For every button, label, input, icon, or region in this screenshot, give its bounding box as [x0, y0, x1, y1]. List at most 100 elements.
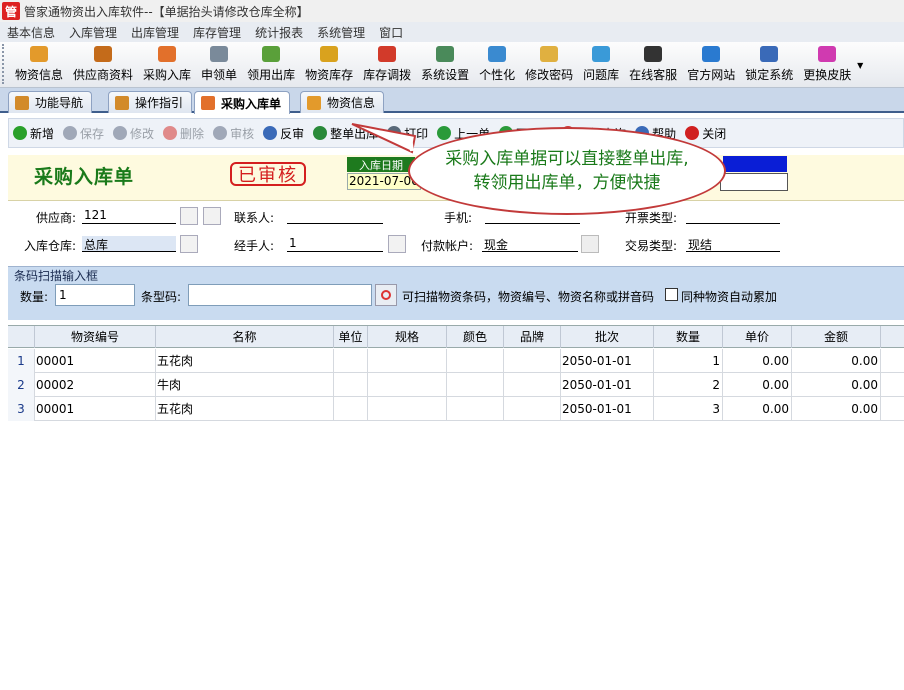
- grid-cell-spec[interactable]: [368, 373, 447, 397]
- barcode-input[interactable]: [188, 284, 372, 306]
- grid-cell-batch[interactable]: 2050-01-01: [561, 397, 654, 421]
- tab-1[interactable]: 操作指引: [108, 91, 193, 113]
- tab-label: 操作指引: [135, 96, 184, 110]
- grid-column-header-8[interactable]: 数量: [654, 326, 723, 348]
- grid-column-header-1[interactable]: 物资编号: [35, 326, 156, 348]
- grid-column-header-7[interactable]: 批次: [561, 326, 654, 348]
- warehouse-field[interactable]: 总库: [82, 236, 176, 252]
- action-button-2[interactable]: 修改: [109, 121, 159, 145]
- action-button-label: 删除: [180, 126, 205, 141]
- toolbar-button-9[interactable]: 修改密码: [520, 43, 578, 87]
- toolbar-button-3[interactable]: 申领单: [196, 43, 242, 87]
- trade-type-field[interactable]: 现结: [686, 236, 780, 252]
- toolbar-button-6[interactable]: 库存调拨: [358, 43, 416, 87]
- grid-cell-amount[interactable]: 0.00: [792, 397, 881, 421]
- toolbar-button-2[interactable]: 采购入库: [138, 43, 196, 87]
- grid-column-header-0[interactable]: [8, 326, 35, 348]
- toolbar-button-14[interactable]: 更换皮肤: [798, 43, 856, 87]
- contact-field[interactable]: [287, 208, 383, 224]
- grid-cell-name[interactable]: 五花肉: [156, 349, 334, 373]
- warehouse-picker-button[interactable]: [180, 235, 198, 253]
- toolbar-overflow-icon[interactable]: ▼: [856, 43, 864, 87]
- toolbar-button-11[interactable]: 在线客服: [624, 43, 682, 87]
- grid-cell-batch[interactable]: 2050-01-01: [561, 373, 654, 397]
- grid-cell-spec[interactable]: [368, 397, 447, 421]
- grid-column-header-3[interactable]: 单位: [334, 326, 368, 348]
- grid-cell-name[interactable]: 牛肉: [156, 373, 334, 397]
- menu-item-0[interactable]: 基本信息: [0, 24, 62, 41]
- grid-cell-code[interactable]: 00001: [35, 397, 156, 421]
- doc-number-field[interactable]: [720, 173, 788, 191]
- grid-cell-amount[interactable]: 0.00: [792, 373, 881, 397]
- grid-column-header-5[interactable]: 颜色: [447, 326, 504, 348]
- toolbar-button-12[interactable]: 官方网站: [682, 43, 740, 87]
- tab-3[interactable]: 物资信息: [300, 91, 385, 113]
- document-title: 采购入库单: [34, 166, 135, 188]
- action-button-0[interactable]: 新增: [9, 121, 59, 145]
- grid-cell-batch[interactable]: 2050-01-01: [561, 349, 654, 373]
- invoice-type-field[interactable]: [686, 208, 780, 224]
- toolbar-button-7[interactable]: 系统设置: [416, 43, 474, 87]
- grid-cell-name[interactable]: 五花肉: [156, 397, 334, 421]
- grid-cell-brand[interactable]: [504, 349, 561, 373]
- grid-cell-code[interactable]: 00001: [35, 349, 156, 373]
- toolbar-button-5[interactable]: 物资库存: [300, 43, 358, 87]
- toolbar-button-0[interactable]: 物资信息: [10, 43, 68, 87]
- toolbar-button-8[interactable]: 个性化: [474, 43, 520, 87]
- action-button-5[interactable]: 反审: [259, 121, 309, 145]
- grid-cell-unit[interactable]: [334, 397, 368, 421]
- menu-item-2[interactable]: 出库管理: [124, 24, 186, 41]
- toolbar-button-10[interactable]: 问题库: [578, 43, 624, 87]
- grid-cell-code[interactable]: 00002: [35, 373, 156, 397]
- grid-cell-unit[interactable]: [334, 373, 368, 397]
- grid-cell-unit[interactable]: [334, 349, 368, 373]
- supplier-field[interactable]: 121: [82, 208, 176, 224]
- grid-cell-qty[interactable]: 1: [654, 349, 723, 373]
- handler-field[interactable]: 1: [287, 236, 383, 252]
- table-row[interactable]: 2 00002 牛肉 2050-01-01 2 0.00 0.00: [8, 373, 904, 397]
- menu-item-3[interactable]: 库存管理: [186, 24, 248, 41]
- grid-cell-brand[interactable]: [504, 373, 561, 397]
- grid-cell-price[interactable]: 0.00: [723, 397, 792, 421]
- tab-2[interactable]: 采购入库单: [194, 91, 291, 114]
- handler-picker-button[interactable]: [388, 235, 406, 253]
- tab-0[interactable]: 功能导航: [8, 91, 93, 113]
- barcode-search-button[interactable]: [375, 284, 397, 306]
- grid-cell-color[interactable]: [447, 397, 504, 421]
- scan-quantity-input[interactable]: 1: [55, 284, 135, 306]
- toolbar-button-1[interactable]: 供应商资料: [68, 43, 138, 87]
- toolbar-button-4[interactable]: 领用出库: [242, 43, 300, 87]
- table-row[interactable]: 1 00001 五花肉 2050-01-01 1 0.00 0.00: [8, 349, 904, 373]
- grid-column-header-4[interactable]: 规格: [368, 326, 447, 348]
- toolbar-button-13[interactable]: 锁定系统: [740, 43, 798, 87]
- grid-column-header-10[interactable]: 金额: [792, 326, 881, 348]
- grid-column-header-2[interactable]: 名称: [156, 326, 334, 348]
- grid-cell-color[interactable]: [447, 349, 504, 373]
- action-button-3[interactable]: 删除: [159, 121, 209, 145]
- grid-cell-spec[interactable]: [368, 349, 447, 373]
- supplier-add-button[interactable]: [203, 207, 221, 225]
- action-button-1[interactable]: 保存: [59, 121, 109, 145]
- action-button-4[interactable]: 审核: [209, 121, 259, 145]
- grid-column-header-6[interactable]: 品牌: [504, 326, 561, 348]
- menu-item-6[interactable]: 窗口: [372, 24, 410, 41]
- menu-item-4[interactable]: 统计报表: [248, 24, 310, 41]
- payment-account-field[interactable]: 现金: [482, 236, 578, 252]
- grid-cell-brand[interactable]: [504, 397, 561, 421]
- table-row[interactable]: 3 00001 五花肉 2050-01-01 3 0.00 0.00: [8, 397, 904, 421]
- grid-column-header-9[interactable]: 单价: [723, 326, 792, 348]
- grid-cell-color[interactable]: [447, 373, 504, 397]
- grid-cell-price[interactable]: 0.00: [723, 373, 792, 397]
- grid-cell-amount[interactable]: 0.00: [792, 349, 881, 373]
- grid-cell-price[interactable]: 0.00: [723, 349, 792, 373]
- supplier-picker-button[interactable]: [180, 207, 198, 225]
- grid-cell-qty[interactable]: 2: [654, 373, 723, 397]
- action-button-12[interactable]: 关闭: [681, 121, 731, 145]
- auto-accumulate-checkbox[interactable]: [665, 288, 678, 301]
- grid-cell-qty[interactable]: 3: [654, 397, 723, 421]
- menu-item-1[interactable]: 入库管理: [62, 24, 124, 41]
- menu-item-5[interactable]: 系统管理: [310, 24, 372, 41]
- toolbar-grip[interactable]: [2, 44, 8, 84]
- toolbar-button-label: 官方网站: [687, 68, 736, 82]
- payment-account-picker-button[interactable]: [581, 235, 599, 253]
